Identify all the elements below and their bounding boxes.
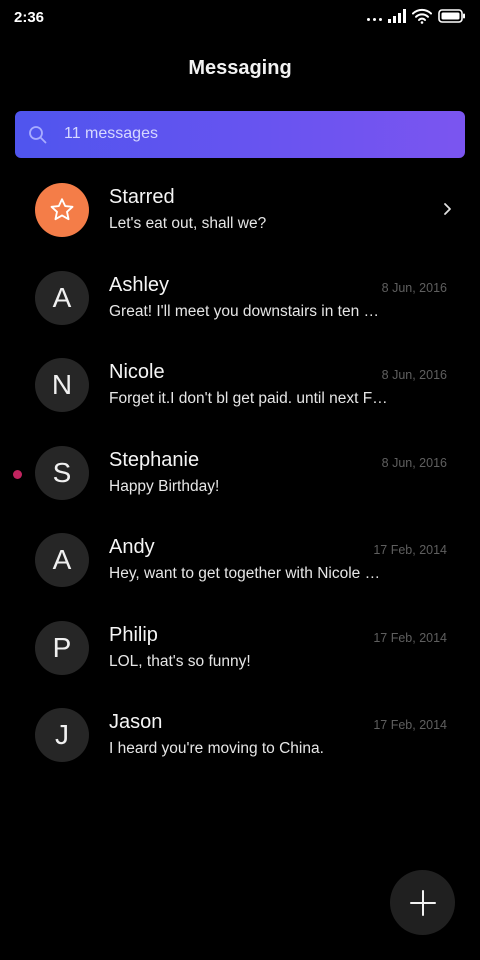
conversation-stephanie[interactable]: S Stephanie Happy Birthday! 8 Jun, 2016 — [0, 429, 480, 517]
conversation-name: Philip — [109, 623, 158, 646]
page-title: Messaging — [188, 57, 292, 79]
conversation-list: Starred Let's eat out, shall we? A Ashle… — [0, 166, 480, 779]
battery-icon — [438, 9, 465, 23]
search-bar[interactable]: 11 messages — [15, 111, 465, 158]
avatar: S — [35, 445, 89, 500]
avatar: P — [35, 620, 89, 675]
conversation-andy[interactable]: A Andy Hey, want to get together with Ni… — [0, 516, 480, 604]
search-icon — [29, 126, 47, 144]
plus-icon — [409, 889, 436, 916]
conversation-name: Ashley — [109, 273, 170, 296]
conversation-date: 17 Feb, 2014 — [373, 630, 447, 645]
unread-dot — [13, 469, 22, 479]
conversation-name: Nicole — [109, 361, 165, 383]
conversation-preview: LOL, that's so funny! — [109, 652, 251, 670]
more-dots-icon — [367, 17, 382, 21]
conversation-jason[interactable]: J Jason I heard you're moving to China. … — [0, 691, 480, 779]
conversation-ashley[interactable]: A Ashley Great! I'll meet you downstairs… — [0, 254, 480, 342]
starred-avatar — [35, 183, 89, 237]
conversation-date: 8 Jun, 2016 — [381, 455, 447, 470]
avatar: J — [35, 708, 89, 762]
conversation-preview: Happy Birthday! — [109, 477, 220, 495]
conversation-date: 8 Jun, 2016 — [381, 280, 447, 295]
signal-icon — [388, 9, 406, 23]
status-time: 2:36 — [14, 9, 45, 26]
conversation-name: Starred — [109, 186, 175, 208]
new-message-button[interactable] — [390, 870, 455, 935]
conversation-preview: I heard you're moving to China. — [109, 740, 324, 757]
avatar: A — [35, 270, 89, 325]
conversation-name: Jason — [109, 711, 163, 733]
conversation-preview: Let's eat out, shall we? — [109, 215, 267, 232]
conversation-nicole[interactable]: N Nicole Forget it.I don't bl get paid. … — [0, 341, 480, 429]
conversation-philip[interactable]: P Philip LOL, that's so funny! 17 Feb, 2… — [0, 604, 480, 692]
status-bar: 2:36 — [0, 0, 480, 36]
avatar: N — [35, 358, 89, 412]
conversation-starred[interactable]: Starred Let's eat out, shall we? — [0, 166, 480, 254]
conversation-date: 17 Feb, 2014 — [373, 543, 447, 557]
conversation-name: Andy — [109, 536, 155, 558]
conversation-date: 17 Feb, 2014 — [373, 718, 447, 732]
search-placeholder: 11 messages — [64, 125, 158, 142]
conversation-preview: Hey, want to get together with Nicole … — [109, 565, 381, 582]
conversation-name: Stephanie — [109, 448, 200, 471]
conversation-preview: Forget it.I don't bl get paid. until nex… — [109, 390, 388, 407]
wifi-icon — [412, 8, 432, 24]
conversation-date: 8 Jun, 2016 — [381, 368, 447, 382]
avatar: A — [35, 533, 89, 587]
status-icons — [367, 8, 466, 24]
star-icon — [50, 198, 74, 221]
conversation-preview: Great! I'll meet you downstairs in ten … — [109, 302, 380, 320]
chevron-right-icon — [444, 203, 451, 215]
